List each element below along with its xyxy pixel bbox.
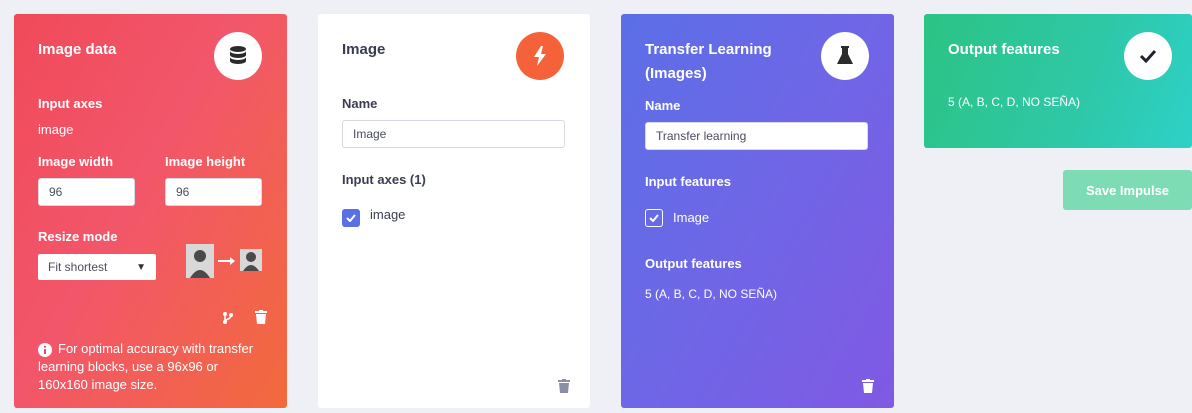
- output-features-label: Output features: [645, 256, 742, 271]
- trash-icon[interactable]: [255, 310, 267, 329]
- check-icon: [1124, 32, 1172, 80]
- image-height-label: Image height: [165, 154, 246, 169]
- image-height-input[interactable]: 96: [165, 178, 262, 206]
- input-axes-label: Input axes: [38, 96, 103, 111]
- card-title: Transfer Learning (Images): [645, 41, 772, 82]
- feature-item-label: Image: [673, 210, 710, 225]
- input-features-label: Input features: [645, 174, 731, 189]
- image-data-card: Image data Input axes image Image width …: [14, 14, 287, 408]
- image-card: Image Name Image Input axes (1) image: [318, 14, 590, 408]
- card-title: Image data: [38, 41, 117, 58]
- transfer-learning-card: Transfer Learning (Images) Name Transfer…: [621, 14, 894, 408]
- trash-icon[interactable]: [862, 379, 874, 398]
- image-width-label: Image width: [38, 154, 114, 169]
- info-text: For optimal accuracy with transfer learn…: [38, 341, 254, 392]
- card-title: Image: [342, 41, 386, 58]
- flask-icon: [821, 32, 869, 80]
- card-title: Output features: [948, 41, 1060, 58]
- output-features-card: Output features 5 (A, B, C, D, NO SEÑA): [924, 14, 1192, 148]
- input-axes-label: Input axes (1): [342, 172, 426, 187]
- trash-icon[interactable]: [558, 379, 570, 398]
- axis-checkbox[interactable]: [342, 209, 360, 227]
- output-features-value: 5 (A, B, C, D, NO SEÑA): [645, 287, 778, 301]
- lightning-icon: [516, 32, 564, 80]
- name-label: Name: [645, 98, 681, 113]
- name-input[interactable]: Transfer learning: [645, 122, 868, 150]
- resize-mode-select[interactable]: Fit shortest ▼: [38, 254, 156, 280]
- resize-preview-icon: [186, 244, 264, 283]
- image-width-input[interactable]: 96: [38, 178, 135, 206]
- axis-item-label: image: [370, 207, 406, 222]
- resize-mode-value: Fit shortest: [48, 260, 108, 274]
- database-icon: [214, 32, 262, 80]
- name-label: Name: [342, 96, 378, 111]
- branch-icon[interactable]: [222, 311, 234, 330]
- output-value: 5 (A, B, C, D, NO SEÑA): [948, 95, 1081, 109]
- feature-checkbox[interactable]: [645, 209, 663, 227]
- save-impulse-button[interactable]: Save Impulse: [1063, 170, 1192, 210]
- resize-mode-label: Resize mode: [38, 229, 118, 244]
- chevron-down-icon: ▼: [136, 261, 146, 273]
- input-axes-value: image: [38, 122, 74, 137]
- name-input[interactable]: Image: [342, 120, 565, 148]
